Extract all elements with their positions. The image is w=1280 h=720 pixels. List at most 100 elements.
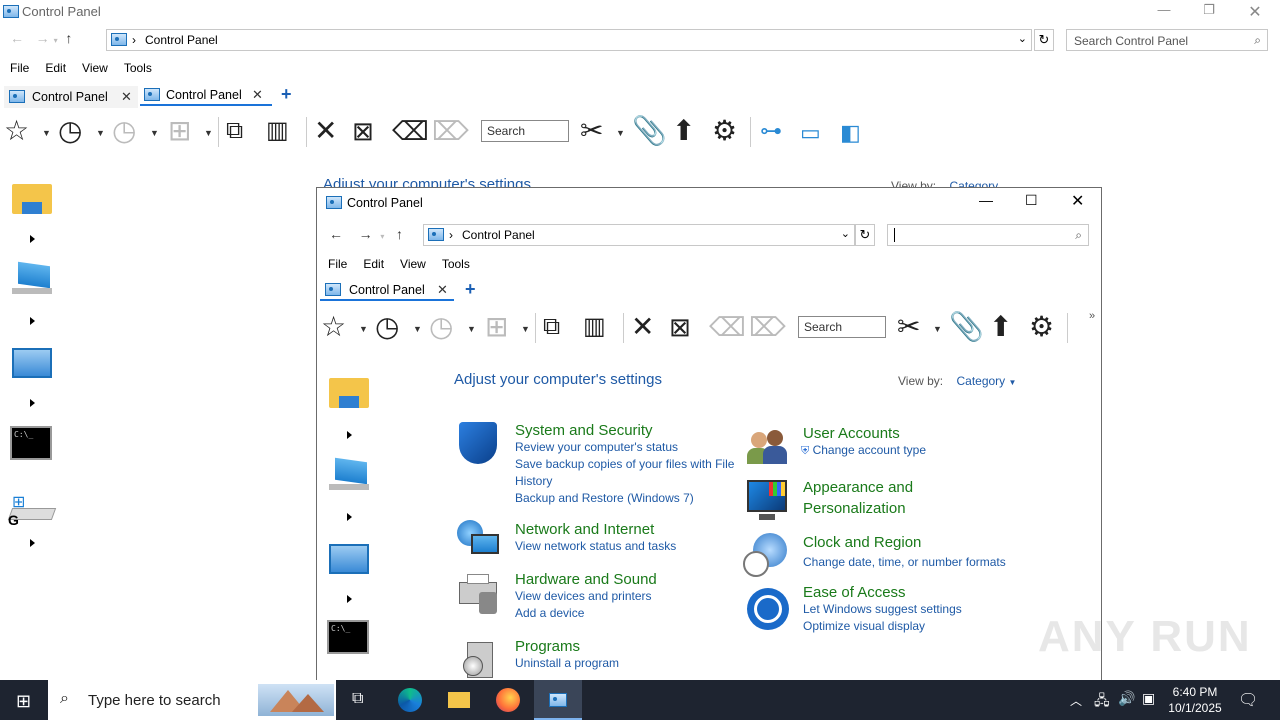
up-arrow-icon[interactable]: ⬆ — [989, 312, 1012, 342]
menu-edit[interactable]: Edit — [363, 257, 384, 271]
file-explorer-icon[interactable] — [434, 680, 482, 720]
star-icon[interactable]: ☆ — [4, 116, 29, 146]
category-title[interactable]: System and Security — [515, 422, 745, 439]
category-link[interactable]: Uninstall a program — [515, 655, 745, 672]
back-address-bar[interactable]: › Control Panel ⌄ — [106, 29, 1032, 51]
front-search-input[interactable]: ⌕ — [887, 224, 1089, 246]
chevron-down-icon[interactable]: ⌄ — [1018, 32, 1027, 45]
computer-icon[interactable] — [327, 456, 371, 496]
category-title[interactable]: Network and Internet — [515, 521, 745, 538]
forward-arrow-icon[interactable]: → — [359, 226, 373, 242]
expand-arrow-icon[interactable] — [347, 513, 352, 521]
category-link[interactable]: Review your computer's status — [515, 439, 745, 456]
meet-now-icon[interactable]: ▣ — [1142, 690, 1155, 707]
show-hidden-icons[interactable]: ︿ — [1070, 692, 1082, 709]
star-icon[interactable]: ☆ — [321, 312, 346, 342]
close-tab-icon[interactable]: ✕ — [252, 87, 263, 103]
expand-arrow-icon[interactable] — [30, 317, 35, 325]
new-window-icon[interactable]: ⧉ — [226, 116, 243, 146]
clear-icon[interactable]: ⌦ — [432, 116, 469, 146]
menu-tools[interactable]: Tools — [442, 257, 470, 271]
close-window-icon[interactable]: ⊠ — [352, 116, 374, 146]
category-link[interactable]: Add a device — [515, 605, 745, 622]
maximize-button[interactable]: ☐ — [1025, 192, 1038, 209]
forward-arrow-icon[interactable]: → — [36, 30, 50, 46]
category-title[interactable]: Programs — [515, 638, 745, 655]
gear-icon[interactable]: ⚙ — [712, 116, 737, 146]
command-prompt-icon[interactable]: C:\_ — [327, 618, 371, 658]
menu-edit[interactable]: Edit — [45, 61, 66, 75]
computer-icon[interactable] — [10, 260, 54, 300]
control-panel-task[interactable] — [534, 680, 582, 720]
printer-icon[interactable] — [455, 570, 501, 616]
category-link[interactable]: Save backup copies of your files with Fi… — [515, 456, 745, 490]
front-tab[interactable]: Control Panel ✕ — [320, 279, 454, 301]
window-panel-icon[interactable]: ▥ — [583, 312, 606, 342]
command-prompt-icon[interactable]: C:\_ — [10, 424, 54, 464]
expand-arrow-icon[interactable] — [30, 539, 35, 547]
network-icon[interactable] — [455, 518, 501, 564]
close-button[interactable]: ✕ — [1071, 191, 1084, 211]
menu-file[interactable]: File — [10, 61, 29, 75]
control-panel-icon[interactable] — [10, 344, 54, 384]
close-button[interactable]: ✕ — [1232, 2, 1278, 22]
refresh-button[interactable]: ↻ — [855, 224, 875, 246]
windows-icon[interactable]: ⊞ — [168, 116, 191, 146]
menu-file[interactable]: File — [328, 257, 347, 271]
menu-view[interactable]: View — [400, 257, 426, 271]
category-title[interactable]: Clock and Region — [803, 534, 1063, 551]
category-title[interactable]: Appearance and Personalization — [803, 477, 943, 519]
history-clock-icon[interactable]: ◷ — [58, 116, 82, 146]
recent-dropdown-icon[interactable]: ▾ — [380, 232, 384, 241]
menu-tools[interactable]: Tools — [124, 61, 152, 75]
clock[interactable]: 6:40 PM 10/1/2025 — [1162, 684, 1228, 716]
expand-arrow-icon[interactable] — [30, 399, 35, 407]
category-link[interactable]: Change date, time, or number formats — [803, 554, 1063, 571]
viewby-dropdown[interactable]: Category ▼ — [956, 374, 1016, 388]
paperclip-icon[interactable]: 📎 — [632, 116, 667, 146]
history-clock-icon[interactable]: ◷ — [375, 312, 399, 342]
back-tab-1[interactable]: Control Panel ✕ — [4, 86, 138, 108]
minimize-button[interactable]: — — [979, 192, 993, 208]
firefox-icon[interactable] — [484, 680, 532, 720]
gear-icon[interactable]: ⚙ — [1029, 312, 1054, 342]
volume-icon[interactable]: 🔊 — [1118, 690, 1135, 707]
split-pane-icon[interactable]: ◧ — [840, 118, 861, 148]
new-tab-button[interactable]: + — [281, 84, 292, 105]
edge-browser-icon[interactable] — [386, 680, 434, 720]
back-tab-2[interactable]: Control Panel ✕ — [140, 84, 272, 106]
minimize-button[interactable]: — — [1141, 2, 1187, 22]
back-search-input[interactable]: Search Control Panel ⌕ — [1066, 29, 1268, 51]
taskbar-search-box[interactable]: ⌕ Type here to search — [48, 680, 336, 720]
category-link[interactable]: Backup and Restore (Windows 7) — [515, 490, 745, 507]
clear-icon[interactable]: ⌦ — [749, 312, 786, 342]
overflow-chevron-icon[interactable]: » — [1089, 310, 1095, 322]
close-x-icon[interactable]: ✕ — [314, 116, 337, 146]
close-x-icon[interactable]: ✕ — [631, 312, 654, 342]
paperclip-icon[interactable]: 📎 — [949, 312, 984, 342]
category-title[interactable]: Ease of Access — [803, 584, 1063, 601]
recent-dropdown-icon[interactable]: ▾ — [54, 36, 58, 45]
notification-icon[interactable]: 🗨 — [1238, 690, 1258, 710]
shield-icon[interactable] — [455, 420, 501, 466]
chevron-down-icon[interactable]: ⌄ — [841, 227, 850, 240]
expand-arrow-icon[interactable] — [347, 431, 352, 439]
category-title[interactable]: Hardware and Sound — [515, 571, 745, 588]
folder-icon[interactable] — [10, 180, 54, 220]
text-width-icon[interactable]: ⊶ — [760, 116, 782, 146]
window-panel-icon[interactable]: ▥ — [266, 116, 289, 146]
up-arrow-icon[interactable]: ↑ — [396, 226, 403, 242]
maximize-button[interactable]: ❐ — [1186, 2, 1232, 22]
up-arrow-icon[interactable]: ⬆ — [672, 116, 695, 146]
control-panel-icon[interactable] — [327, 540, 371, 580]
new-window-icon[interactable]: ⧉ — [543, 312, 560, 342]
back-arrow-icon[interactable]: ← — [329, 226, 343, 242]
monitor-icon[interactable] — [745, 478, 791, 524]
category-link[interactable]: Optimize visual display — [803, 618, 1063, 635]
backspace-icon[interactable]: ⌫ — [392, 116, 429, 146]
history-clock-icon[interactable]: ◷ — [112, 116, 136, 146]
folder-icon[interactable] — [327, 374, 371, 414]
menu-view[interactable]: View — [82, 61, 108, 75]
network-status-icon[interactable]: 🖧 — [1094, 690, 1110, 714]
category-link[interactable]: Change account type — [813, 443, 926, 457]
